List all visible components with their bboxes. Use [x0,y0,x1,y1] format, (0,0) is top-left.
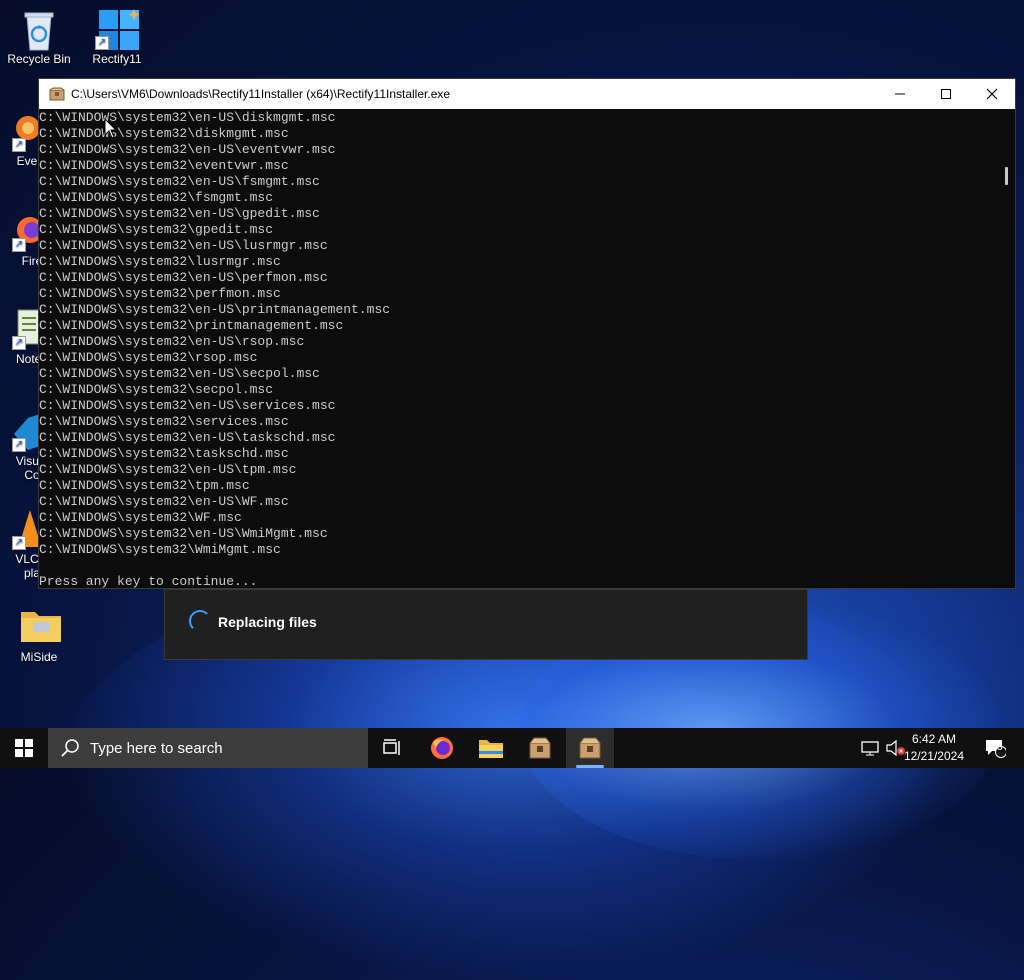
loading-spinner-icon [189,610,211,632]
console-window[interactable]: C:\Users\VM6\Downloads\Rectify11Installe… [38,78,1016,589]
clock-date: 12/21/2024 [903,749,964,763]
shortcut-arrow-icon: ↗ [12,336,26,350]
network-icon [861,741,879,756]
console-line: C:\WINDOWS\system32\en-US\taskschd.msc [39,430,336,445]
console-line: C:\WINDOWS\system32\en-US\lusrmgr.msc [39,238,328,253]
console-line: C:\WINDOWS\system32\printmanagement.msc [39,318,344,333]
console-line: C:\WINDOWS\system32\en-US\WF.msc [39,494,289,509]
console-output[interactable]: C:\WINDOWS\system32\en-US\diskmgmt.msc C:… [39,109,999,588]
search-icon [61,739,79,757]
maximize-button[interactable] [923,79,969,109]
console-line: C:\WINDOWS\system32\fsmgmt.msc [39,190,274,205]
shortcut-arrow-icon: ↗ [12,138,26,152]
close-button[interactable] [969,79,1015,109]
folder-icon [479,740,503,758]
tray-network-button[interactable] [858,728,882,768]
console-titlebar[interactable]: C:\Users\VM6\Downloads\Rectify11Installe… [39,79,1015,109]
console-line: C:\WINDOWS\system32\WF.msc [39,510,242,525]
desktop-icon-miside[interactable]: MiSide [1,606,77,664]
shortcut-arrow-icon: ↗ [12,536,26,550]
start-button[interactable] [0,728,48,768]
installer-package-icon [529,737,551,759]
scrollbar-thumb[interactable] [1005,167,1008,185]
console-line: C:\WINDOWS\system32\en-US\printmanagemen… [39,302,391,317]
progress-status-text: Replacing files [218,614,317,630]
desktop-icon-rectify11[interactable]: ↗ Rectify11 [79,8,155,66]
vscode-icon: ↗ [0,410,40,452]
console-line: C:\WINDOWS\system32\WmiMgmt.msc [39,542,281,557]
installer-app-icon [49,87,65,101]
vlc-icon: ↗ [0,508,42,550]
notification-center-button[interactable]: 3 [978,728,1012,768]
console-line: C:\WINDOWS\system32\en-US\eventvwr.msc [39,142,336,157]
firefox-icon [431,737,453,759]
console-line: C:\WINDOWS\system32\en-US\WmiMgmt.msc [39,526,328,541]
console-line: C:\WINDOWS\system32\lusrmgr.msc [39,254,281,269]
tray-clock[interactable]: 6:42 AM 12/21/2024 [904,731,964,765]
notepad-icon: ↗ [0,308,41,350]
everything-icon: ↗ [0,110,40,152]
taskbar-firefox[interactable] [418,728,466,768]
shortcut-arrow-icon: ↗ [12,238,26,252]
console-line: C:\WINDOWS\system32\diskmgmt.msc [39,126,289,141]
console-line: C:\WINDOWS\system32\secpol.msc [39,382,274,397]
desktop-icon-label: Rectify11 [92,52,142,66]
console-line: C:\WINDOWS\system32\en-US\fsmgmt.msc [39,174,320,189]
taskbar-installer[interactable] [516,728,564,768]
console-line: C:\WINDOWS\system32\taskschd.msc [39,446,289,461]
taskbar-search-box[interactable]: Type here to search [48,728,368,768]
console-line: C:\WINDOWS\system32\services.msc [39,414,289,429]
task-view-button[interactable] [368,728,416,768]
console-line: C:\WINDOWS\system32\en-US\services.msc [39,398,336,413]
shortcut-arrow-icon: ↗ [12,438,26,452]
console-line: C:\WINDOWS\system32\rsop.msc [39,350,258,365]
installer-package-icon [579,737,601,759]
console-scrollbar[interactable] [999,109,1015,588]
installer-progress-dialog: Replacing files [164,589,808,660]
clock-time: 6:42 AM [911,732,956,746]
search-placeholder: Type here to search [90,739,223,757]
console-line: C:\WINDOWS\system32\tpm.msc [39,478,250,493]
taskbar: Type here to search 6:42 AM 12/21/2024 3 [0,728,1024,768]
mouse-cursor-icon [104,118,118,139]
desktop-icon-label: Recycle Bin [7,52,71,66]
notification-count-badge: 3 [997,742,1003,753]
console-line: C:\WINDOWS\system32\en-US\rsop.msc [39,334,305,349]
minimize-button[interactable] [877,79,923,109]
desktop-icon-recycle-bin[interactable]: Recycle Bin [1,8,77,66]
console-line: C:\WINDOWS\system32\eventvwr.msc [39,158,289,173]
console-line: C:\WINDOWS\system32\en-US\tpm.msc [39,462,297,477]
console-line: C:\WINDOWS\system32\en-US\gpedit.msc [39,206,320,221]
desktop-icon-label: MiSide [20,650,58,664]
windows-logo-icon [15,739,33,757]
minimize-icon [895,93,905,95]
close-icon [986,88,998,100]
recycle-bin-icon [19,8,59,51]
console-line: C:\WINDOWS\system32\en-US\perfmon.msc [39,270,328,285]
taskbar-file-explorer[interactable] [467,728,515,768]
console-line: C:\WINDOWS\system32\perfmon.msc [39,286,281,301]
console-line: C:\WINDOWS\system32\en-US\diskmgmt.msc [39,110,336,125]
taskbar-installer-console[interactable] [566,728,614,768]
console-line: C:\WINDOWS\system32\gpedit.msc [39,222,274,237]
folder-icon [19,606,61,646]
rectify11-icon: ↗ [95,8,140,50]
firefox-icon: ↗ [0,210,43,252]
maximize-icon [941,89,951,99]
shortcut-arrow-icon: ↗ [95,36,109,50]
console-line: C:\WINDOWS\system32\en-US\secpol.msc [39,366,320,381]
task-view-icon [383,739,400,755]
console-line: Press any key to continue... [39,574,258,588]
console-title: C:\Users\VM6\Downloads\Rectify11Installe… [71,87,451,101]
